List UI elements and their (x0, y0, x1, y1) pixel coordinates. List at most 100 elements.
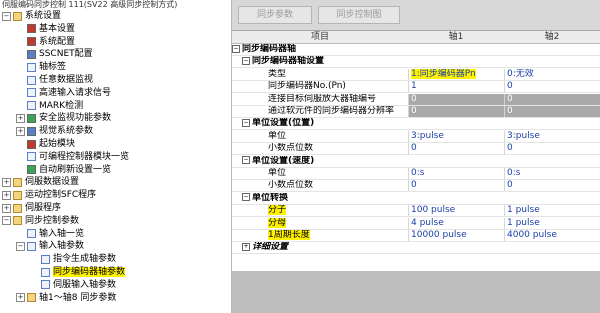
grid-row[interactable]: 同步编码器No.(Pn) 1 0 (232, 81, 600, 94)
tree-item-label: 高速输入请求信号 (39, 87, 112, 98)
red-node-icon (27, 139, 36, 149)
row-label: − 单位设置(位置) (232, 118, 408, 129)
expand-icon[interactable]: + (2, 177, 11, 187)
tree-item[interactable]: − 输入轴参数 (16, 240, 84, 252)
collapse-icon[interactable]: − (16, 241, 25, 251)
collapse-icon[interactable]: − (2, 216, 11, 226)
tree-item-label: 系统配置 (39, 36, 76, 47)
collapse-icon[interactable]: − (242, 156, 250, 165)
axis2-value[interactable]: 0:无效 (504, 68, 600, 80)
tree-item[interactable]: 系统配置 (16, 36, 75, 48)
doc-node-icon (41, 254, 50, 264)
expand-icon[interactable]: + (16, 126, 25, 136)
tree-item-label: 轴1～轴8 同步参数 (39, 292, 117, 303)
tree-item[interactable]: MARK检测 (16, 100, 83, 112)
grid-row[interactable]: 分子 100 pulse 1 pulse (232, 205, 600, 218)
tree-item[interactable]: 同步编码器轴参数 (30, 266, 126, 278)
collapse-icon[interactable]: − (232, 44, 240, 53)
tree-item[interactable]: − 同步控制参数 (2, 215, 79, 227)
row-label: 1周期长度 (232, 230, 408, 241)
tree-item-label: 轴标签 (39, 62, 67, 73)
axis1-value[interactable]: 0 (408, 143, 504, 155)
tree-item[interactable]: + 伺服数据设置 (2, 176, 79, 188)
tree-item[interactable]: 输入轴一览 (16, 228, 84, 240)
tree-item[interactable]: 可编程控制器模块一览 (16, 151, 129, 163)
tree-item[interactable]: + 运动控制SFC程序 (2, 189, 96, 201)
grid-row[interactable]: 单位 0:s 0:s (232, 168, 600, 180)
collapse-icon[interactable]: − (242, 193, 250, 202)
tree-item-label: 自动刷新设置一览 (39, 164, 112, 175)
collapse-icon[interactable]: − (242, 56, 250, 65)
collapse-icon[interactable]: − (242, 118, 250, 127)
grid-row[interactable]: − 单位转换 (232, 193, 600, 205)
axis2-value[interactable]: 1 pulse (504, 205, 600, 217)
grid-row[interactable]: 分母 4 pulse 1 pulse (232, 217, 600, 230)
expand-icon[interactable]: + (16, 113, 25, 123)
doc-node-icon (27, 229, 36, 239)
grid-row[interactable]: − 单位设置(位置) (232, 118, 600, 131)
row-label-text: 单位设置(位置) (252, 118, 315, 129)
grid-row[interactable]: 类型 1:同步编码器Pn 0:无效 (232, 68, 600, 81)
axis1-value[interactable]: 0 (408, 106, 504, 117)
tree-item[interactable]: − 系统设置 (2, 10, 61, 22)
axis2-value[interactable]: 1 pulse (504, 217, 600, 229)
row-label: − 同步编码器轴设置 (232, 56, 408, 67)
grid-row[interactable]: 小数点位数 0 0 (232, 180, 600, 193)
axis2-value[interactable]: 0 (504, 180, 600, 192)
tree-item-label: 同步控制参数 (25, 215, 80, 226)
doc-node-icon (27, 101, 36, 111)
sync-diagram-button[interactable]: 同步控制图 (318, 6, 400, 24)
axis1-value[interactable]: 0 (408, 180, 504, 192)
row-label-text: 单位设置(速度) (252, 155, 315, 166)
expand-icon[interactable]: + (2, 190, 11, 200)
axis1-value[interactable]: 0:s (408, 168, 504, 179)
expand-icon[interactable]: + (16, 293, 25, 303)
tree-item[interactable]: 伺服输入轴参数 (30, 279, 116, 291)
axis1-value[interactable]: 100 pulse (408, 205, 504, 217)
axis2-value[interactable]: 4000 pulse (504, 230, 600, 241)
grid-row[interactable]: 通过软元件的同步编码器分辨率 0 0 (232, 106, 600, 118)
tree-item[interactable]: 自动刷新设置一览 (16, 164, 111, 176)
grid-row[interactable]: 单位 3:pulse 3:pulse (232, 130, 600, 143)
green-node-icon (27, 165, 36, 175)
axis2-value[interactable]: 0 (504, 143, 600, 155)
doc-node-icon (27, 241, 36, 251)
grid-row[interactable]: − 单位设置(速度) (232, 156, 600, 168)
tree-item[interactable]: + 安全监视功能参数 (16, 112, 111, 124)
axis1-value[interactable]: 1:同步编码器Pn (408, 68, 504, 80)
axis2-value[interactable]: 0 (504, 81, 600, 93)
tree-item[interactable]: 指令生成轴参数 (30, 253, 116, 265)
axis2-value[interactable]: 0 (504, 106, 600, 117)
grid-row[interactable]: − 同步编码器轴 (232, 44, 600, 56)
grid-row[interactable]: − 同步编码器轴设置 (232, 56, 600, 69)
axis1-value[interactable]: 1 (408, 81, 504, 93)
grid-row[interactable]: + 详细设置 (232, 242, 600, 255)
axis1-value[interactable]: 4 pulse (408, 217, 504, 229)
tree-item[interactable]: + 伺服程序 (2, 202, 61, 214)
expand-icon[interactable]: + (2, 203, 11, 213)
tree-item[interactable]: 高速输入请求信号 (16, 87, 111, 99)
folder-node-icon (13, 203, 22, 213)
collapse-icon[interactable]: − (2, 11, 11, 21)
grid-row[interactable]: 小数点位数 0 0 (232, 143, 600, 156)
grid-row[interactable]: 1周期长度 10000 pulse 4000 pulse (232, 230, 600, 242)
tree-item[interactable]: 任意数据监视 (16, 74, 93, 86)
axis2-value[interactable]: 0 (504, 93, 600, 105)
expand-icon[interactable]: + (242, 242, 250, 251)
tree-item[interactable]: 基本设置 (16, 23, 75, 35)
axis1-value[interactable]: 0 (408, 93, 504, 105)
tree-item[interactable]: 起始模块 (16, 138, 75, 150)
row-label: 同步编码器No.(Pn) (232, 81, 408, 92)
sync-param-button[interactable]: 同步参数 (238, 6, 312, 24)
project-title: 伺服编码同步控制 111(SV22 高级同步控制方式) (2, 0, 178, 9)
axis2-value[interactable]: 0:s (504, 168, 600, 179)
grid-row[interactable]: 连接目标伺服放大器轴编号 0 0 (232, 93, 600, 106)
axis1-value[interactable]: 3:pulse (408, 130, 504, 142)
axis2-value[interactable]: 3:pulse (504, 130, 600, 142)
axis1-value[interactable]: 10000 pulse (408, 230, 504, 241)
tree-item[interactable]: SSCNET配置 (16, 48, 93, 60)
tree-item[interactable]: 轴标签 (16, 61, 66, 73)
tree-item[interactable]: + 轴1～轴8 同步参数 (16, 292, 116, 304)
tree-item[interactable]: + 视觉系统参数 (16, 125, 93, 137)
folder-node-icon (27, 293, 36, 303)
